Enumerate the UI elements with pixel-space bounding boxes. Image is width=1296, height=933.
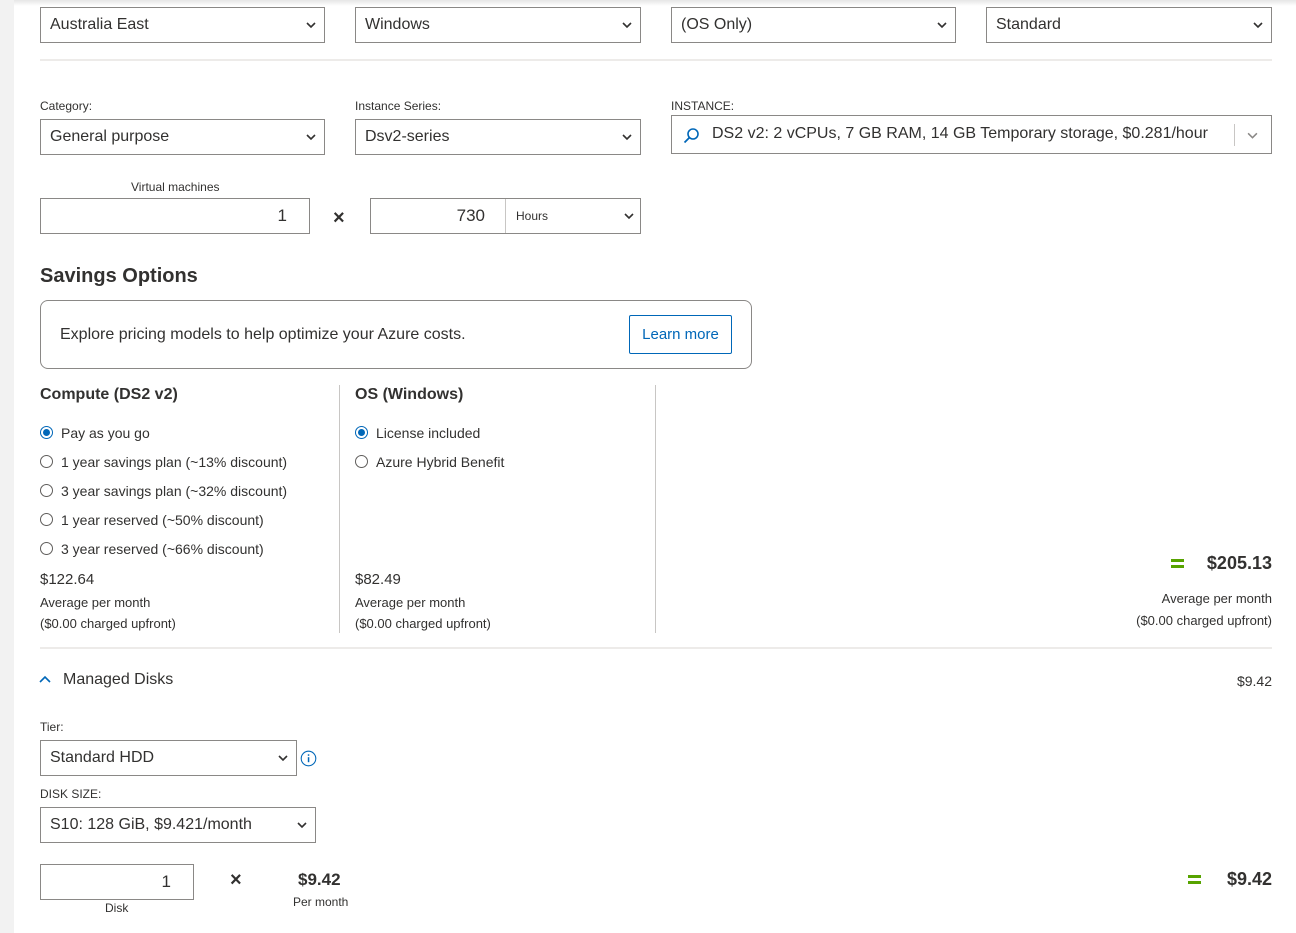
chevron-down-icon (1253, 22, 1263, 29)
os-price: $82.49 (355, 571, 401, 588)
hours-value: 730 (456, 206, 485, 225)
category-select-value: General purpose (50, 128, 170, 145)
equals-icon (1171, 559, 1184, 568)
compute-plan-radio[interactable] (40, 484, 53, 497)
vm-count-input[interactable]: 1 (40, 198, 310, 234)
tier-select-value: Standard (996, 16, 1061, 33)
os-license-radio[interactable] (355, 426, 368, 439)
hours-unit-select[interactable]: Hours (507, 199, 640, 233)
column-divider (339, 385, 340, 633)
series-label: Instance Series: (355, 99, 442, 113)
compute-avg: Average per month (40, 595, 151, 610)
region-select[interactable]: Australia East (40, 7, 325, 43)
compute-plan-radio[interactable] (40, 542, 53, 555)
chevron-down-icon (937, 22, 947, 29)
column-divider (655, 385, 656, 633)
managed-disks-toggle[interactable]: Managed Disks (38, 670, 188, 692)
category-select[interactable]: General purpose (40, 119, 325, 155)
multiply-icon: × (333, 207, 345, 229)
vm-count-value: 1 (277, 206, 287, 225)
total-avg: Average per month (1161, 591, 1272, 606)
top-scroll-shadow (14, 0, 1296, 6)
chevron-down-icon (297, 822, 307, 829)
info-icon[interactable] (300, 750, 317, 767)
savings-banner-text: Explore pricing models to help optimize … (60, 326, 466, 343)
disk-tier-value: Standard HDD (50, 749, 155, 766)
disk-size-select[interactable]: S10: 128 GiB, $9.421/month (40, 807, 316, 843)
disk-size-label: DISK SIZE: (40, 787, 102, 801)
divider (40, 59, 1272, 61)
os-title: OS (Windows) (355, 386, 464, 403)
compute-plan-option-label[interactable]: 3 year savings plan (~32% discount) (61, 483, 287, 499)
chevron-down-icon[interactable] (1247, 130, 1258, 141)
instance-combobox[interactable]: DS2 v2: 2 vCPUs, 7 GB RAM, 14 GB Tempora… (671, 115, 1272, 154)
chevron-down-icon (306, 22, 316, 29)
chevron-up-icon (39, 675, 51, 683)
os-select[interactable]: Windows (355, 7, 641, 43)
os-select-value: Windows (365, 16, 430, 33)
combobox-divider (1234, 124, 1235, 146)
compute-plan-radio[interactable] (40, 513, 53, 526)
disk-tier-label: Tier: (40, 720, 64, 734)
disk-unit-price: $9.42 (298, 870, 341, 889)
chevron-down-icon (278, 755, 288, 762)
divider (40, 647, 1272, 649)
os-avg: Average per month (355, 595, 466, 610)
disk-total-price: $9.42 (1226, 869, 1272, 889)
disk-per-month: Per month (293, 895, 349, 909)
os-license-option-label[interactable]: Azure Hybrid Benefit (376, 454, 504, 470)
chevron-down-icon (624, 213, 634, 220)
os-license-radio[interactable] (355, 455, 368, 468)
tier-select[interactable]: Standard (986, 7, 1272, 43)
total-price: $205.13 (1206, 553, 1272, 573)
instance-value: DS2 v2: 2 vCPUs, 7 GB RAM, 14 GB Tempora… (712, 125, 1208, 142)
disk-count-input[interactable]: 1 (40, 864, 194, 900)
compute-plan-option-label[interactable]: 3 year reserved (~66% discount) (61, 541, 264, 557)
disk-count-label: Disk (105, 901, 129, 915)
region-select-value: Australia East (50, 16, 149, 33)
disk-size-value: S10: 128 GiB, $9.421/month (50, 816, 252, 833)
chevron-down-icon (306, 134, 316, 141)
os-license-option-label[interactable]: License included (376, 425, 480, 441)
search-icon (683, 128, 699, 144)
category-label: Category: (40, 99, 93, 113)
managed-disks-header-price: $9.42 (1236, 673, 1272, 689)
os-upfront: ($0.00 charged upfront) (355, 616, 491, 631)
type-select[interactable]: (OS Only) (671, 7, 956, 43)
compute-title: Compute (DS2 v2) (40, 386, 178, 403)
hours-input[interactable]: 730 (371, 199, 506, 233)
disk-tier-select[interactable]: Standard HDD (40, 740, 297, 776)
series-select-value: Dsv2-series (365, 128, 450, 145)
compute-upfront: ($0.00 charged upfront) (40, 616, 176, 631)
hours-unit-value: Hours (516, 209, 549, 223)
chevron-down-icon (622, 22, 632, 29)
compute-plan-option-label[interactable]: 1 year savings plan (~13% discount) (61, 454, 287, 470)
instance-label: INSTANCE: (671, 99, 735, 113)
chevron-down-icon (622, 134, 632, 141)
multiply-icon: × (230, 869, 242, 891)
savings-banner: Explore pricing models to help optimize … (40, 300, 752, 369)
compute-price: $122.64 (40, 571, 95, 588)
total-upfront: ($0.00 charged upfront) (1136, 613, 1272, 628)
learn-more-button[interactable]: Learn more (629, 315, 732, 354)
compute-plan-radio[interactable] (40, 455, 53, 468)
hours-group: 730 Hours (370, 198, 641, 234)
compute-plan-option-label[interactable]: Pay as you go (61, 425, 150, 441)
compute-plan-option-label[interactable]: 1 year reserved (~50% discount) (61, 512, 264, 528)
compute-plan-radio[interactable] (40, 426, 53, 439)
type-select-value: (OS Only) (681, 16, 753, 33)
equals-icon (1188, 875, 1201, 884)
left-page-gutter (0, 0, 14, 933)
series-select[interactable]: Dsv2-series (355, 119, 641, 155)
vm-label: Virtual machines (131, 180, 220, 194)
disk-count-value: 1 (161, 872, 171, 891)
savings-title: Savings Options (40, 265, 198, 287)
managed-disks-title: Managed Disks (63, 671, 174, 688)
